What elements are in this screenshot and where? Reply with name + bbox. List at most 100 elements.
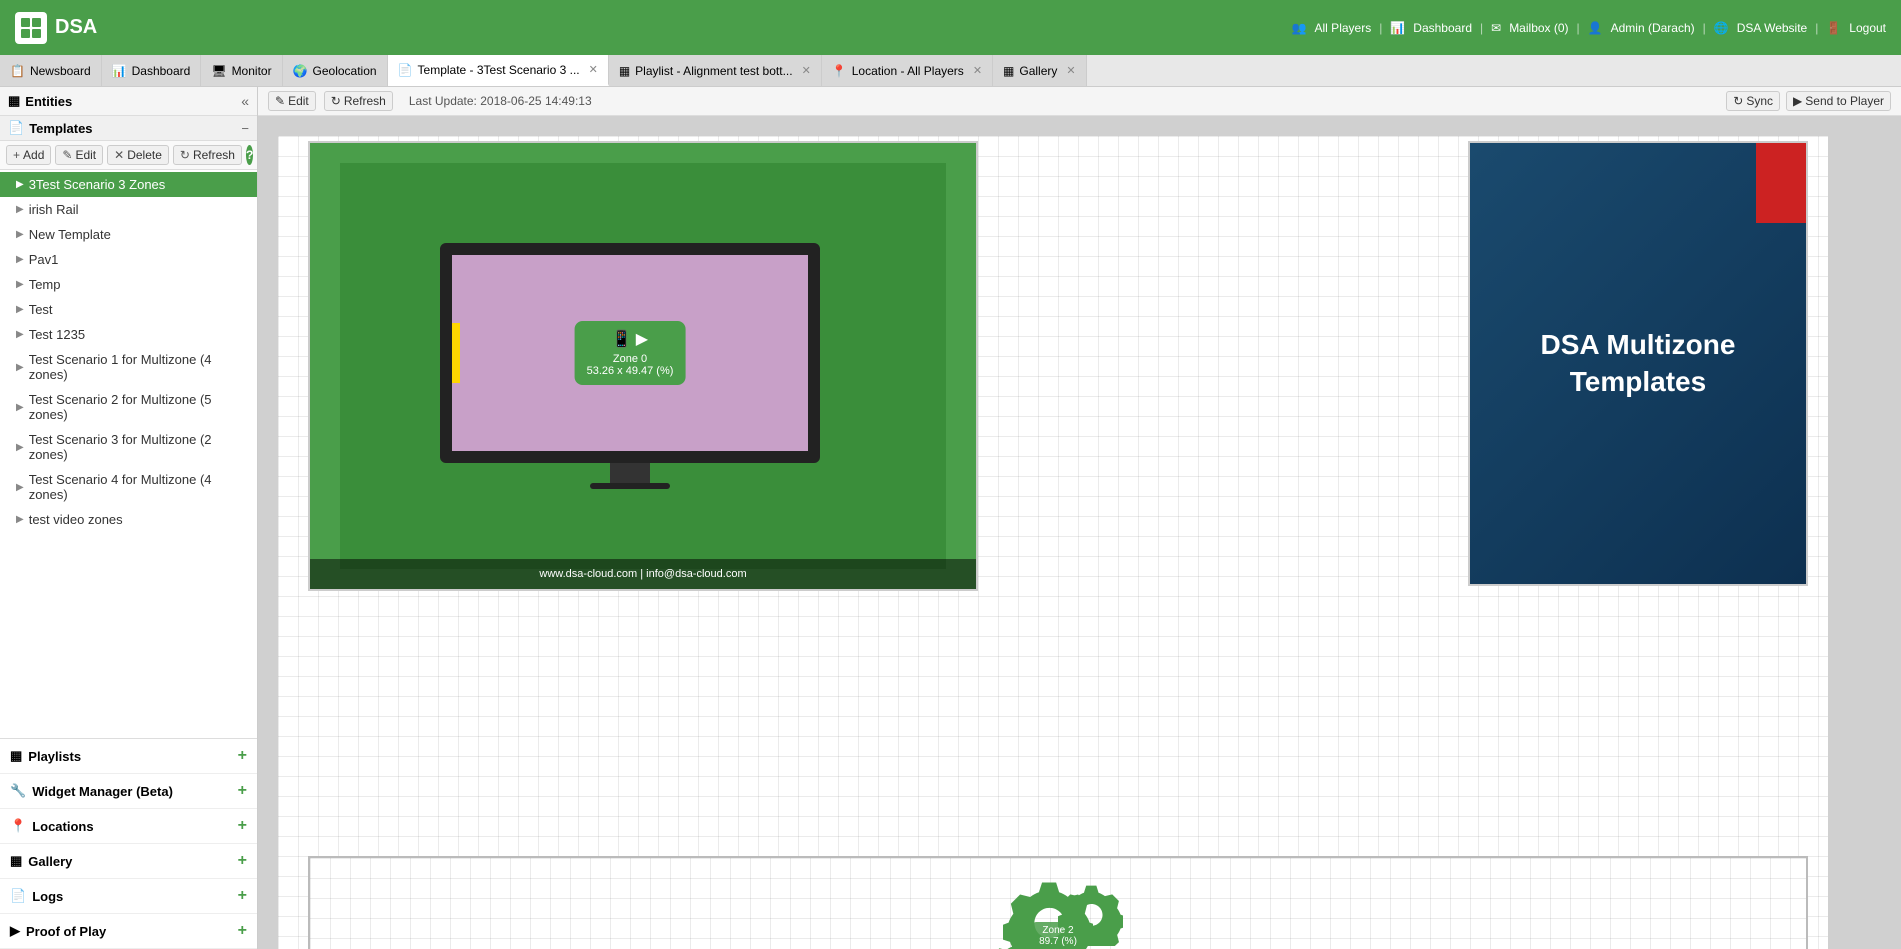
monitor-stand — [610, 463, 650, 483]
proof-of-play-add-button[interactable]: + — [238, 922, 247, 940]
logs-add-button[interactable]: + — [238, 887, 247, 905]
sidebar-item-playlists[interactable]: ▦ Playlists + — [0, 739, 257, 774]
add-icon: + — [13, 148, 20, 162]
edit-icon: ✎ — [62, 148, 72, 162]
app-logo: DSA — [15, 12, 97, 44]
locations-add-button[interactable]: + — [238, 817, 247, 835]
admin-link[interactable]: Admin (Darach) — [1611, 21, 1695, 35]
logo-icon — [15, 12, 47, 44]
sidebar-collapse-button[interactable]: « — [241, 93, 249, 109]
sidebar-item-proof-of-play[interactable]: ▶ Proof of Play + — [0, 914, 257, 949]
content-edit-button[interactable]: ✎ Edit — [268, 91, 316, 111]
template-item-4[interactable]: ▶ Temp — [0, 272, 257, 297]
app-title: DSA — [55, 16, 97, 39]
template-item-6[interactable]: ▶ Test 1235 — [0, 322, 257, 347]
template-item-1[interactable]: ▶ irish Rail — [0, 197, 257, 222]
newsboard-icon: 📋 — [10, 64, 25, 78]
tree-arrow-6: ▶ — [16, 329, 24, 340]
all-players-link[interactable]: All Players — [1315, 21, 1372, 35]
template-item-2[interactable]: ▶ New Template — [0, 222, 257, 247]
sidebar-item-logs[interactable]: 📄 Logs + — [0, 879, 257, 914]
tab-location[interactable]: 📍 Location - All Players ✕ — [822, 55, 993, 86]
logs-icon: 📄 — [10, 888, 26, 904]
tab-template-close[interactable]: ✕ — [589, 63, 598, 76]
zone-bottom[interactable]: Zone 2 89.7 (%) — [308, 856, 1808, 949]
mailbox-link[interactable]: Mailbox (0) — [1509, 21, 1568, 35]
sidebar-item-widget-manager[interactable]: 🔧 Widget Manager (Beta) + — [0, 774, 257, 809]
canvas-inner: 📱 ▶ Zone 0 53.26 x 49.47 (%) — [278, 136, 1828, 949]
bottom-nav: ▦ Playlists + 🔧 Widget Manager (Beta) + … — [0, 738, 257, 949]
dashboard-link[interactable]: Dashboard — [1413, 21, 1472, 35]
templates-section-header: 📄 Templates − — [0, 116, 257, 141]
gallery-icon: ▦ — [10, 853, 22, 869]
admin-icon: 👤 — [1588, 21, 1603, 35]
zone-top[interactable]: 📱 ▶ Zone 0 53.26 x 49.47 (%) — [308, 141, 978, 591]
add-button[interactable]: + Add — [6, 145, 51, 165]
edit-button[interactable]: ✎ Edit — [55, 145, 103, 165]
zone1-label: Zone 0 — [587, 353, 674, 365]
tree-arrow-9: ▶ — [16, 442, 24, 453]
templates-icon: 📄 — [8, 120, 24, 136]
tab-bar: 📋 Newsboard 📊 Dashboard 🖥 Monitor 🌍 Geol… — [0, 55, 1901, 87]
tab-playlist-close[interactable]: ✕ — [802, 64, 811, 77]
template-item-0[interactable]: ▶ 3Test Scenario 3 Zones — [0, 172, 257, 197]
template-item-5[interactable]: ▶ Test — [0, 297, 257, 322]
location-icon: 📍 — [832, 64, 847, 78]
tree-arrow-11: ▶ — [16, 514, 24, 525]
tab-playlist[interactable]: ▦ Playlist - Alignment test bott... ✕ — [609, 55, 822, 86]
last-update-label: Last Update: 2018-06-25 14:49:13 — [409, 94, 592, 108]
tab-geolocation[interactable]: 🌍 Geolocation — [283, 55, 388, 86]
sync-button[interactable]: ↻ Sync — [1726, 91, 1780, 111]
all-players-icon: 👥 — [1292, 21, 1307, 35]
content-refresh-button[interactable]: ↻ Refresh — [324, 91, 393, 111]
template-item-8[interactable]: ▶ Test Scenario 2 for Multizone (5 zones… — [0, 387, 257, 427]
tab-dashboard[interactable]: 📊 Dashboard — [102, 55, 202, 86]
sidebar-header: ▦ Entities « — [0, 87, 257, 116]
playlists-add-button[interactable]: + — [238, 747, 247, 765]
dsa-website-link[interactable]: DSA Website — [1737, 21, 1807, 35]
gallery-add-button[interactable]: + — [238, 852, 247, 870]
yellow-bar — [452, 323, 460, 383]
refresh-sidebar-button[interactable]: ↻ Refresh — [173, 145, 242, 165]
tab-monitor[interactable]: 🖥 Monitor — [201, 55, 282, 86]
monitor-container: 📱 ▶ Zone 0 53.26 x 49.47 (%) — [440, 243, 820, 503]
canvas-area[interactable]: 📱 ▶ Zone 0 53.26 x 49.47 (%) — [258, 116, 1901, 949]
content-refresh-icon: ↻ — [331, 94, 341, 108]
tree-arrow-1: ▶ — [16, 204, 24, 215]
playlist-icon: ▦ — [619, 64, 630, 78]
red-corner — [1756, 143, 1806, 223]
dsa-panel[interactable]: DSA Multizone Templates — [1468, 141, 1808, 586]
widget-manager-add-button[interactable]: + — [238, 782, 247, 800]
templates-toolbar: + Add ✎ Edit ✕ Delete ↻ Refresh ? — [0, 141, 257, 170]
main-layout: ▦ Entities « 📄 Templates − + Add ✎ Edit — [0, 87, 1901, 949]
tree-arrow-2: ▶ — [16, 229, 24, 240]
content-edit-icon: ✎ — [275, 94, 285, 108]
send-to-player-button[interactable]: ▶ Send to Player — [1786, 91, 1891, 111]
monitor-base — [590, 483, 670, 489]
tab-gallery[interactable]: ▦ Gallery ✕ — [993, 55, 1087, 86]
top-header: DSA 👥 All Players | 📊 Dashboard | ✉ Mail… — [0, 0, 1901, 55]
tab-newsboard[interactable]: 📋 Newsboard — [0, 55, 102, 86]
dashboard-icon: 📊 — [1390, 21, 1405, 35]
templates-collapse-button[interactable]: − — [241, 121, 249, 136]
tab-template[interactable]: 📄 Template - 3Test Scenario 3 ... ✕ — [388, 55, 609, 86]
templates-tree-list: ▶ 3Test Scenario 3 Zones ▶ irish Rail ▶ … — [0, 170, 257, 738]
sidebar-item-locations[interactable]: 📍 Locations + — [0, 809, 257, 844]
help-button[interactable]: ? — [246, 145, 253, 165]
sidebar-item-gallery[interactable]: ▦ Gallery + — [0, 844, 257, 879]
tree-arrow-3: ▶ — [16, 254, 24, 265]
zone-play-icon: ▶ — [636, 329, 648, 349]
logout-link[interactable]: Logout — [1849, 21, 1886, 35]
mailbox-icon: ✉ — [1491, 21, 1501, 35]
zone2-label: Zone 2 89.7 (%) — [1033, 922, 1083, 949]
template-item-11[interactable]: ▶ test video zones — [0, 507, 257, 532]
template-item-7[interactable]: ▶ Test Scenario 1 for Multizone (4 zones… — [0, 347, 257, 387]
delete-button[interactable]: ✕ Delete — [107, 145, 169, 165]
dashboard-tab-icon: 📊 — [112, 64, 127, 78]
tab-location-close[interactable]: ✕ — [973, 64, 982, 77]
tab-gallery-close[interactable]: ✕ — [1066, 64, 1075, 77]
template-item-3[interactable]: ▶ Pav1 — [0, 247, 257, 272]
template-item-9[interactable]: ▶ Test Scenario 3 for Multizone (2 zones… — [0, 427, 257, 467]
template-item-10[interactable]: ▶ Test Scenario 4 for Multizone (4 zones… — [0, 467, 257, 507]
tree-arrow-5: ▶ — [16, 304, 24, 315]
